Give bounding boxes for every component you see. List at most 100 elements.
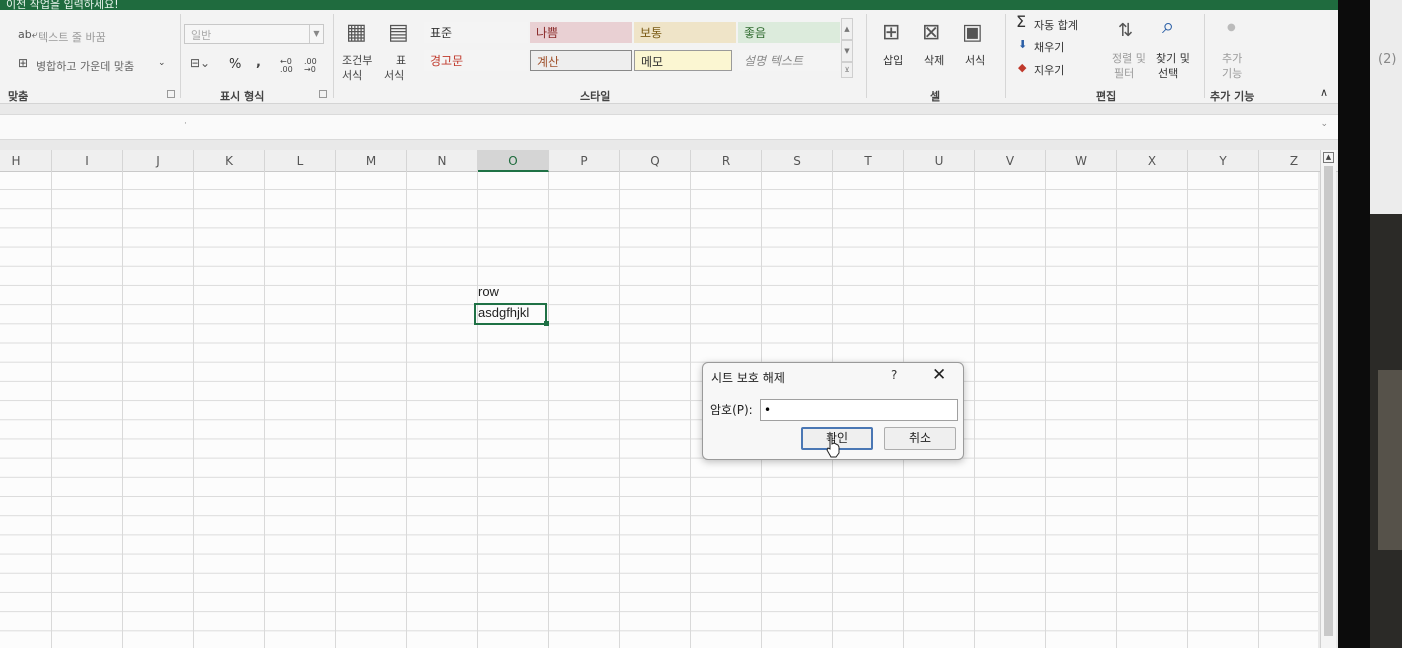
find-select-line1[interactable]: 찾기 및 [1156,50,1190,66]
help-icon[interactable]: ? [891,368,897,382]
column-header-j[interactable]: J [123,150,194,172]
insert-button[interactable]: 삽입 [883,52,903,68]
addins-icon: ● [1227,22,1236,33]
column-header-q[interactable]: Q [620,150,691,172]
sort-filter-icon: ⇅ [1118,20,1134,41]
ribbon: ab⤶ 텍스트 줄 바꿈 ⊞ 병합하고 가운데 맞춤 ⌄ 맞춤 일반 ▼ ⊟⌄ %… [0,10,1338,104]
collapse-ribbon-icon[interactable]: ∧ [1320,86,1328,99]
cells-group-label: 셀 [930,90,941,103]
number-launcher-icon[interactable] [319,90,327,98]
fill-handle[interactable] [544,321,549,326]
column-header-y[interactable]: Y [1188,150,1259,172]
column-header-u[interactable]: U [904,150,975,172]
conditional-format-line2[interactable]: 서식 [342,67,362,83]
comma-style-button[interactable]: , [256,55,261,70]
wrap-text-icon: ab⤶ [18,28,38,41]
fill-button[interactable]: 채우기 [1034,39,1064,55]
background-object [1378,370,1402,550]
column-header-n[interactable]: N [407,150,478,172]
addins-group-label: 추가 기능 [1210,90,1255,103]
column-header-k[interactable]: K [194,150,265,172]
column-header-w[interactable]: W [1046,150,1117,172]
styles-scroll-down-icon[interactable]: ▼ [841,40,853,62]
dialog-title: 시트 보호 해제 [711,371,785,385]
background-window: (2) [1370,0,1402,214]
close-icon[interactable]: ✕ [932,365,946,385]
style-normal[interactable]: 표준 [424,22,528,43]
accounting-format-icon[interactable]: ⊟⌄ [190,56,210,70]
addins-line2[interactable]: 기능 [1222,65,1242,81]
column-header-r[interactable]: R [691,150,762,172]
active-cell-border [474,303,547,325]
number-group-label: 표시 형식 [220,90,265,103]
autosum-button[interactable]: 자동 합계 [1034,17,1078,33]
styles-scroll-up-icon[interactable]: ▲ [841,18,853,40]
merge-center-icon: ⊞ [18,56,29,70]
format-as-table-icon: ▤ [388,20,409,45]
insert-cells-icon: ⊞ [882,20,901,45]
column-header-o[interactable]: O [478,150,549,172]
password-input[interactable]: • [760,399,958,421]
background-desk [1370,214,1402,648]
formula-bar[interactable]: · ⌄ [0,114,1338,140]
formula-expand-icon[interactable]: ⌄ [1320,119,1328,129]
style-note[interactable]: 메모 [634,50,732,71]
column-header-l[interactable]: L [265,150,336,172]
style-good[interactable]: 좋음 [738,22,840,43]
conditional-format-line1[interactable]: 조건부 [342,52,372,68]
scroll-up-icon[interactable]: ▲ [1323,152,1334,163]
column-header-p[interactable]: P [549,150,620,172]
scroll-thumb[interactable] [1324,166,1333,636]
addins-line1[interactable]: 추가 [1222,50,1242,66]
format-cells-icon: ▣ [962,20,983,45]
column-header-s[interactable]: S [762,150,833,172]
sort-filter-line2[interactable]: 필터 [1114,65,1134,81]
format-button[interactable]: 서식 [965,52,985,68]
clear-icon: ◆ [1018,61,1027,74]
find-select-line2[interactable]: 선택 [1158,65,1178,81]
style-bad[interactable]: 나쁨 [530,22,632,43]
clear-button[interactable]: 지우기 [1034,62,1064,78]
merge-dropdown-icon[interactable]: ⌄ [158,58,166,68]
decrease-decimal-button[interactable]: .00 →0 [304,58,324,74]
merge-center-button[interactable]: 병합하고 가운데 맞춤 [36,58,134,74]
delete-button[interactable]: 삭제 [924,52,944,68]
column-header-x[interactable]: X [1117,150,1188,172]
column-headers: HIJKLMNOPQRSTUVWXYZ [0,150,1338,172]
wrap-text-button[interactable]: 텍스트 줄 바꿈 [38,29,106,45]
style-warning[interactable]: 경고문 [424,50,528,71]
style-calculation[interactable]: 계산 [530,50,632,71]
cell-o-row-label[interactable]: row [478,284,499,299]
format-table-line2[interactable]: 서식 [384,67,404,83]
styles-group-label: 스타일 [580,90,611,103]
monitor-bezel [1338,0,1370,648]
autosum-icon: Σ [1016,12,1027,31]
column-header-i[interactable]: I [52,150,123,172]
styles-more-icon[interactable]: ⊻ [841,62,853,78]
format-table-line1[interactable]: 표 [396,52,406,68]
fill-icon: ⬇ [1018,38,1028,51]
increase-decimal-button[interactable]: ←0 .00 [280,58,300,74]
percent-style-button[interactable]: % [229,57,241,72]
cancel-button[interactable]: 취소 [884,427,956,450]
formula-dot: · [184,119,187,129]
style-neutral[interactable]: 보통 [634,22,736,43]
column-header-v[interactable]: V [975,150,1046,172]
editing-group-label: 편집 [1096,90,1117,103]
password-label: 암호(P): [710,403,753,417]
vertical-scrollbar[interactable]: ▲ [1320,150,1336,648]
excel-window: 이전 작업을 입력하세요! ab⤶ 텍스트 줄 바꿈 ⊞ 병합하고 가운데 맞춤… [0,0,1338,648]
column-header-t[interactable]: T [833,150,904,172]
number-format-select[interactable]: 일반 ▼ [184,24,324,44]
column-header-m[interactable]: M [336,150,407,172]
find-search-icon: ⌕ [1162,14,1175,39]
column-header-h[interactable]: H [0,150,52,172]
style-explanatory[interactable]: 설명 텍스트 [738,50,840,71]
title-bar: 이전 작업을 입력하세요! [0,0,1338,11]
sheet-grid[interactable] [0,172,1318,648]
alignment-group-label: 맞춤 [8,90,29,103]
delete-cells-icon: ⊠ [922,20,941,45]
background-window-text: (2) [1378,52,1397,67]
alignment-launcher-icon[interactable] [167,90,175,98]
sort-filter-line1[interactable]: 정렬 및 [1112,50,1146,66]
